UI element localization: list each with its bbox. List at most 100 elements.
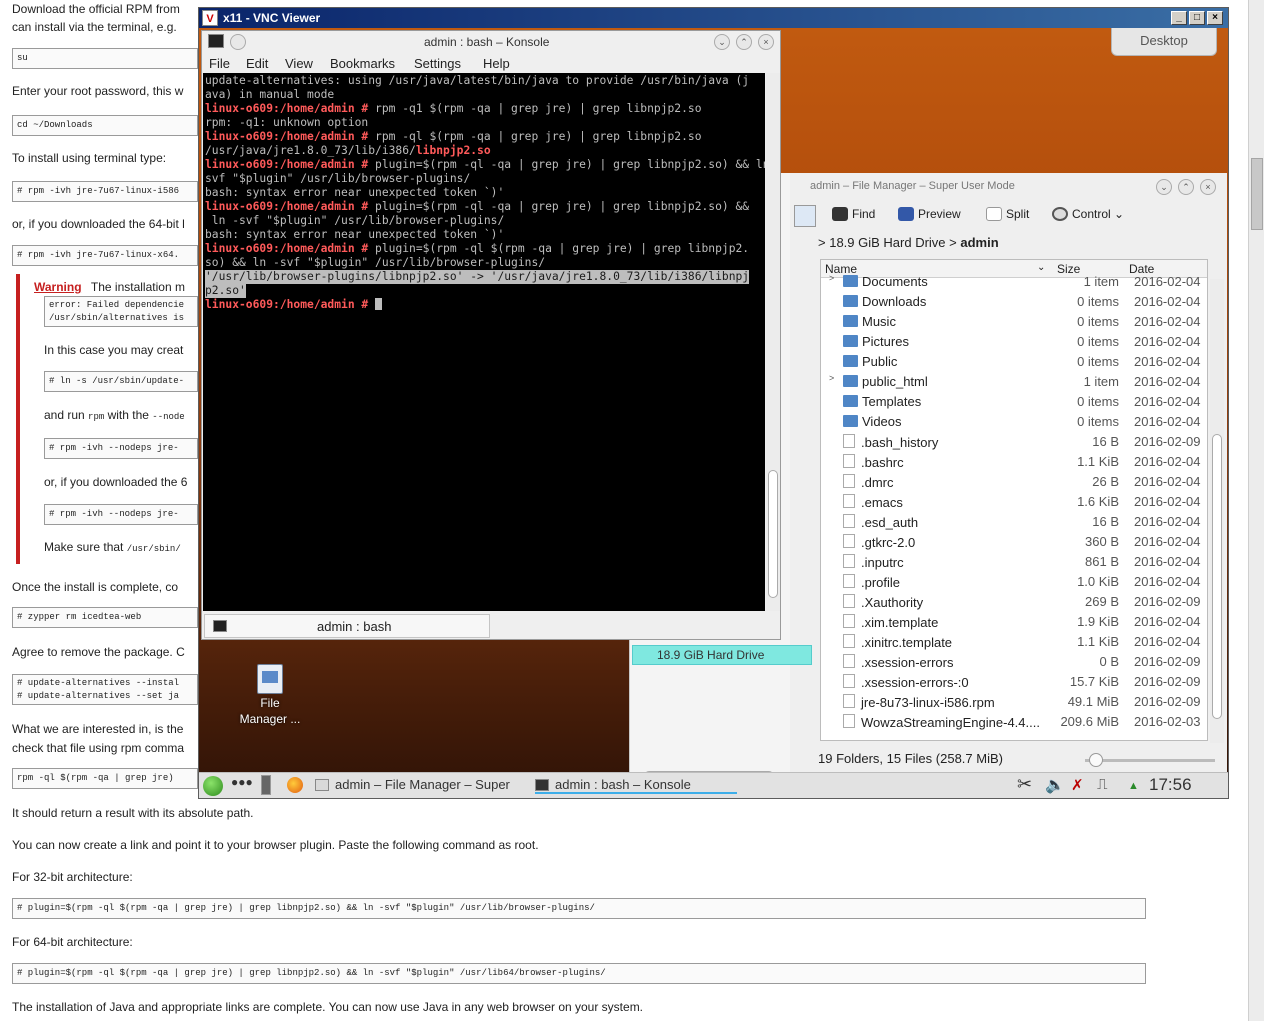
maximize-button[interactable]: ⌃ <box>1178 179 1194 195</box>
file-row[interactable]: .dmrc 26 B 2016-02-04 <box>821 472 1207 492</box>
code-block-64bit[interactable]: # plugin=$(rpm -ql $(rpm -qa | grep jre)… <box>12 963 1146 984</box>
breadcrumb-drive[interactable]: 18.9 GiB Hard Drive <box>829 235 945 250</box>
scrollbar-thumb[interactable] <box>1251 158 1263 230</box>
file-row[interactable]: .bashrc 1.1 KiB 2016-02-04 <box>821 452 1207 472</box>
minimize-button[interactable]: _ <box>1171 11 1187 25</box>
file-row[interactable]: Music 0 items 2016-02-04 <box>821 312 1207 332</box>
code-block[interactable]: cd ~/Downloads <box>12 115 198 136</box>
vnc-viewer-window[interactable]: V x11 - VNC Viewer _ □ × Desktop File Ma… <box>198 7 1229 799</box>
expand-chevron-icon[interactable]: > <box>829 373 834 383</box>
scrollbar-thumb[interactable] <box>768 470 778 598</box>
device-icon[interactable]: ⎍ <box>1097 776 1108 793</box>
file-manager-desktop-icon[interactable]: File Manager ... <box>227 664 313 726</box>
pager-icon[interactable] <box>261 775 271 795</box>
file-row[interactable]: Public 0 items 2016-02-04 <box>821 352 1207 372</box>
firefox-icon[interactable] <box>287 777 303 793</box>
file-date: 2016-02-04 <box>1134 394 1201 409</box>
file-list-scrollbar[interactable] <box>1210 279 1224 743</box>
code-block[interactable]: # rpm -ivh jre-7u67-linux-i586 <box>12 181 198 202</box>
file-manager-icon <box>257 664 283 694</box>
minimize-button[interactable]: ⌄ <box>1156 179 1172 195</box>
code-block[interactable]: su <box>12 48 198 69</box>
file-row[interactable]: .bash_history 16 B 2016-02-09 <box>821 432 1207 452</box>
file-list[interactable]: Name ⌄ Size Date > Documents 1 item 2016-02… <box>820 259 1208 741</box>
file-row[interactable]: .xsession-errors-:0 15.7 KiB 2016-02-09 <box>821 672 1207 692</box>
code-block[interactable]: # rpm -ivh jre-7u67-linux-x64. <box>12 245 198 266</box>
file-row[interactable]: Videos 0 items 2016-02-04 <box>821 412 1207 432</box>
clock[interactable]: 17:56 <box>1149 775 1192 795</box>
minimize-button[interactable]: ⌄ <box>714 34 730 50</box>
konsole-window[interactable]: admin : bash – Konsole ⌄ ⌃ × File Edit V… <box>201 30 781 640</box>
file-row[interactable]: WowzaStreamingEngine-4.4.... 209.6 MiB 201… <box>821 712 1207 732</box>
zoom-slider[interactable] <box>1085 753 1215 767</box>
close-button[interactable]: × <box>758 34 774 50</box>
file-row[interactable]: > Documents 1 item 2016-02-04 <box>821 272 1207 292</box>
file-row[interactable]: .xsession-errors 0 B 2016-02-09 <box>821 652 1207 672</box>
menu-help[interactable]: Help <box>483 56 510 71</box>
menu-settings[interactable]: Settings <box>414 56 461 71</box>
desktop-widget[interactable]: Desktop <box>1111 28 1217 56</box>
expand-chevron-icon[interactable]: > <box>829 273 834 283</box>
find-button[interactable]: Find <box>832 207 875 221</box>
menu-view[interactable]: View <box>285 56 313 71</box>
konsole-tab[interactable]: admin : bash <box>204 614 490 638</box>
code-block[interactable]: # rpm -ivh --nodeps jre- <box>44 438 198 459</box>
split-button[interactable]: Split <box>986 207 1029 221</box>
file-row[interactable]: Pictures 0 items 2016-02-04 <box>821 332 1207 352</box>
file-row[interactable]: .xim.template 1.9 KiB 2016-02-04 <box>821 612 1207 632</box>
file-row[interactable]: jre-8u73-linux-i586.rpm 49.1 MiB 2016-02-0… <box>821 692 1207 712</box>
file-row[interactable]: > public_html 1 item 2016-02-04 <box>821 372 1207 392</box>
maximize-button[interactable]: □ <box>1189 11 1205 25</box>
code-block[interactable]: # ln -s /usr/sbin/update- <box>44 371 198 392</box>
konsole-title-bar[interactable]: admin : bash – Konsole ⌄ ⌃ × <box>202 31 780 53</box>
volume-icon[interactable]: 🔈 <box>1045 775 1065 795</box>
page-scrollbar[interactable] <box>1248 0 1264 1021</box>
task-konsole[interactable]: admin : bash – Konsole <box>535 777 737 794</box>
breadcrumb-folder[interactable]: admin <box>960 235 998 250</box>
file-name: .xim.template <box>843 614 1048 630</box>
file-row[interactable]: Templates 0 items 2016-02-04 <box>821 392 1207 412</box>
file-row[interactable]: .inputrc 861 B 2016-02-04 <box>821 552 1207 572</box>
control-button[interactable]: Control ⌄ <box>1052 207 1124 221</box>
places-drive[interactable]: 18.9 GiB Hard Drive <box>632 645 812 665</box>
code-block[interactable]: rpm -ql $(rpm -qa | grep jre) <box>12 768 198 789</box>
network-disconnected-icon[interactable]: ✗ <box>1071 776 1084 794</box>
scrollbar-thumb[interactable] <box>1212 434 1222 719</box>
zoom-knob[interactable] <box>1089 753 1103 767</box>
warning-code[interactable]: error: Failed dependencie /usr/sbin/alte… <box>44 296 198 327</box>
menu-edit[interactable]: Edit <box>246 56 268 71</box>
close-button[interactable]: × <box>1207 11 1223 25</box>
tools-icon[interactable]: ✂ <box>1017 774 1032 795</box>
file-manager-title-bar[interactable]: admin – File Manager – Super User Mode ⌄… <box>780 176 1220 198</box>
menu-bookmarks[interactable]: Bookmarks <box>330 56 395 71</box>
file-row[interactable]: .gtkrc-2.0 360 B 2016-02-04 <box>821 532 1207 552</box>
terminal-scrollbar[interactable] <box>766 73 780 611</box>
terminal-line: so) && ln -svf "$plugin" /usr/lib/browse… <box>205 256 546 269</box>
vnc-title-bar[interactable]: V x11 - VNC Viewer _ □ × <box>199 8 1228 28</box>
close-button[interactable]: × <box>1200 179 1216 195</box>
task-label: admin – File Manager – Super <box>335 777 510 792</box>
remote-desktop[interactable]: Desktop File Manager ... 18.9 GiB Hard D… <box>199 28 1228 798</box>
file-row[interactable]: .esd_auth 16 B 2016-02-04 <box>821 512 1207 532</box>
file-row[interactable]: .xinitrc.template 1.1 KiB 2016-02-04 <box>821 632 1207 652</box>
code-block[interactable]: # rpm -ivh --nodeps jre- <box>44 504 198 525</box>
file-name: Downloads <box>843 294 1048 309</box>
expand-tray-icon[interactable]: ▲ <box>1128 780 1139 792</box>
file-row[interactable]: .Xauthority 269 B 2016-02-09 <box>821 592 1207 612</box>
file-row[interactable]: .profile 1.0 KiB 2016-02-04 <box>821 572 1207 592</box>
file-row[interactable]: .emacs 1.6 KiB 2016-02-04 <box>821 492 1207 512</box>
terminal-output[interactable]: update-alternatives: using /usr/java/lat… <box>203 73 765 611</box>
menu-file[interactable]: File <box>209 56 230 71</box>
application-launcher-icon[interactable] <box>203 776 223 796</box>
more-icon[interactable]: ●●● <box>231 775 253 789</box>
task-file-manager[interactable]: admin – File Manager – Super <box>315 777 510 792</box>
code-block-32bit[interactable]: # plugin=$(rpm -ql $(rpm -qa | grep jre)… <box>12 898 1146 919</box>
view-mode-icon[interactable] <box>794 205 816 227</box>
maximize-button[interactable]: ⌃ <box>736 34 752 50</box>
preview-button[interactable]: Preview <box>898 207 961 221</box>
code-block[interactable]: # zypper rm icedtea-web <box>12 607 198 628</box>
file-row[interactable]: Downloads 0 items 2016-02-04 <box>821 292 1207 312</box>
code-block[interactable]: # update-alternatives --instal # update-… <box>12 674 198 705</box>
file-date: 2016-02-04 <box>1134 574 1201 589</box>
pin-icon[interactable] <box>230 34 246 50</box>
